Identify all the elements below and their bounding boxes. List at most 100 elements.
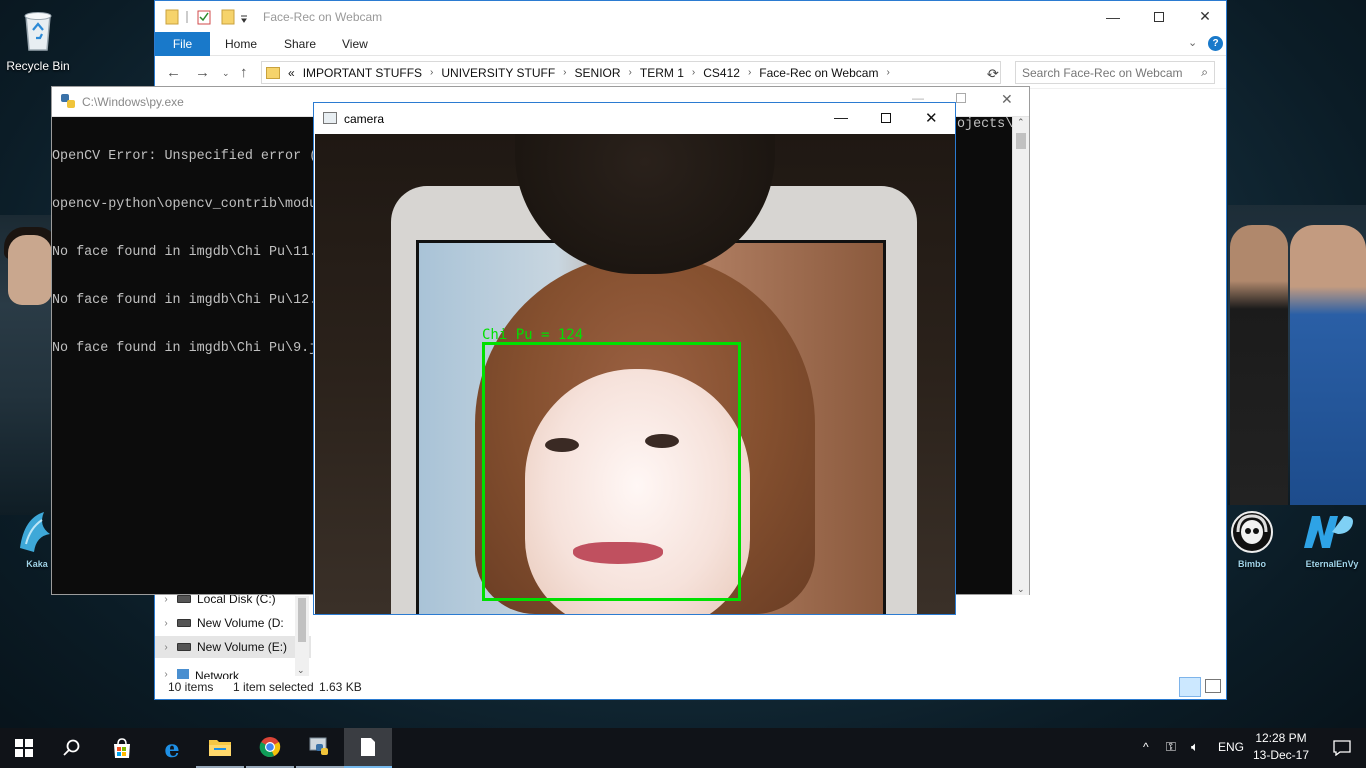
expand-chevron-icon[interactable]: › — [155, 594, 177, 605]
skull-headphones-icon — [1231, 511, 1273, 553]
folder-icon — [266, 66, 280, 79]
large-icons-view-icon[interactable] — [1205, 679, 1221, 693]
explorer-title: Face-Rec on Webcam — [263, 10, 383, 24]
refresh-icon[interactable]: ⟳ — [988, 66, 999, 82]
tab-share[interactable]: Share — [276, 32, 324, 56]
search-button[interactable] — [48, 728, 96, 768]
action-center-button[interactable] — [1318, 728, 1366, 768]
camera-window[interactable]: camera — ✕ Chi Pu = 124 — [313, 102, 956, 615]
search-icon: ⌕ — [1201, 65, 1208, 79]
ribbon-expand-chevron-icon[interactable]: ⌄ — [1188, 36, 1197, 49]
breadcrumb-term-1[interactable]: TERM 1 — [640, 66, 684, 80]
drive-icon — [177, 619, 191, 627]
taskbar-camera-window[interactable] — [344, 728, 392, 768]
breadcrumb-separator-icon[interactable]: › — [692, 67, 695, 78]
chrome-icon — [259, 737, 281, 757]
status-selection: 1 item selected — [233, 680, 314, 694]
tab-view[interactable]: View — [334, 32, 376, 56]
close-icon: ✕ — [1199, 8, 1211, 24]
network-tray-icon[interactable]: ⚿ — [1166, 739, 1176, 755]
eternalenvy-shortcut[interactable]: EternalEnVy — [1298, 508, 1366, 569]
camera-title-bar[interactable]: camera — ✕ — [314, 103, 955, 134]
scroll-up-chevron-icon[interactable]: ⌃ — [1017, 117, 1025, 128]
maximize-icon — [1154, 11, 1164, 22]
drive-icon — [177, 643, 191, 651]
recent-locations-chevron-icon[interactable]: ⌄ — [222, 68, 230, 79]
kaka-icon — [20, 512, 50, 552]
face-detection-box — [482, 342, 741, 601]
taskbar-python[interactable] — [296, 728, 344, 768]
breadcrumb-important-stuffs[interactable]: IMPORTANT STUFFS — [303, 66, 422, 80]
forward-arrow-icon[interactable]: → — [195, 64, 210, 81]
tree-item-new-volume-d[interactable]: › New Volume (D: — [155, 612, 311, 634]
explorer-maximize-button[interactable] — [1136, 1, 1182, 32]
breadcrumb-separator-icon[interactable]: › — [629, 67, 632, 78]
console-close-icon[interactable]: ✕ — [1001, 91, 1013, 108]
console-right-fragment: ojects\ — [957, 117, 1014, 132]
breadcrumb-separator-icon[interactable]: › — [430, 67, 433, 78]
language-indicator[interactable]: ENG — [1218, 740, 1244, 754]
status-item-count: 10 items — [168, 680, 214, 694]
details-view-icon[interactable] — [1179, 677, 1201, 697]
camera-maximize-icon[interactable] — [881, 113, 891, 123]
back-arrow-icon[interactable]: ← — [166, 64, 181, 81]
python-app-icon — [309, 737, 328, 755]
notification-icon — [1333, 740, 1351, 756]
taskbar-store[interactable] — [98, 728, 146, 768]
breadcrumb-separator-icon[interactable]: › — [563, 67, 566, 78]
breadcrumb-university-stuff[interactable]: UNIVERSITY STUFF — [441, 66, 555, 80]
breadcrumb-cs412[interactable]: CS412 — [703, 66, 740, 80]
tree-scrollbar[interactable]: ⌄ — [295, 596, 309, 676]
up-arrow-icon[interactable]: ↑ — [240, 64, 248, 81]
ribbon-tabs: File Home Share View ⌄ ? — [155, 32, 1226, 56]
volume-muted-icon[interactable]: 🔈︎ — [1191, 739, 1199, 755]
quick-access-toolbar-icons[interactable] — [165, 8, 255, 26]
search-input[interactable]: Search Face-Rec on Webcam ⌕ — [1015, 61, 1215, 84]
show-hidden-icons-chevron-icon[interactable]: ^ — [1143, 740, 1149, 754]
status-bar: 10 items 1 item selected 1.63 KB — [155, 675, 1226, 699]
explorer-close-button[interactable]: ✕ — [1182, 1, 1228, 32]
tree-item-label: New Volume (E:) — [197, 640, 288, 654]
start-button[interactable] — [0, 728, 48, 768]
np-logo-icon — [1304, 516, 1353, 548]
camera-minimize-icon[interactable]: — — [834, 109, 848, 125]
taskbar-edge[interactable]: e — [148, 728, 196, 768]
blank-document-icon — [361, 738, 375, 756]
search-icon — [63, 739, 80, 756]
taskbar-chrome[interactable] — [246, 728, 294, 768]
bimbo-label: Bimbo — [1238, 559, 1266, 569]
drive-icon — [177, 595, 191, 603]
webcam-feed: Chi Pu = 124 — [315, 134, 955, 614]
expand-chevron-icon[interactable]: › — [155, 618, 177, 629]
camera-close-icon[interactable]: ✕ — [925, 109, 938, 127]
breadcrumb-overflow[interactable]: « — [288, 66, 295, 80]
tree-item-new-volume-e[interactable]: › New Volume (E:) — [155, 636, 311, 658]
edge-icon: e — [164, 733, 180, 763]
explorer-minimize-button[interactable]: — — [1090, 1, 1136, 32]
console-maximize-icon[interactable] — [956, 93, 966, 103]
store-bag-icon — [114, 738, 130, 758]
explorer-title-bar[interactable]: Face-Rec on Webcam — ✕ — [155, 1, 1226, 32]
help-icon[interactable]: ? — [1208, 36, 1223, 51]
scroll-down-chevron-icon[interactable]: ⌄ — [1017, 584, 1025, 595]
windows-logo-icon — [15, 739, 33, 757]
breadcrumb-separator-icon[interactable]: › — [886, 67, 889, 78]
bimbo-shortcut[interactable]: Bimbo — [1228, 508, 1276, 569]
tab-file[interactable]: File — [155, 32, 210, 56]
clock[interactable]: 12:28 PM 13-Dec-17 — [1252, 731, 1310, 762]
console-scrollbar[interactable]: ⌃ ⌄ — [1012, 117, 1029, 595]
face-detection-label: Chi Pu = 124 — [482, 327, 584, 343]
tree-scrollbar-thumb[interactable] — [298, 598, 306, 642]
tab-home[interactable]: Home — [217, 32, 265, 56]
breadcrumb-separator-icon[interactable]: › — [748, 67, 751, 78]
expand-chevron-icon[interactable]: › — [155, 642, 177, 653]
address-bar[interactable]: « IMPORTANT STUFFS › UNIVERSITY STUFF › … — [261, 61, 1001, 84]
taskbar-file-explorer[interactable] — [196, 728, 244, 768]
breadcrumb-senior[interactable]: SENIOR — [575, 66, 621, 80]
eternalenvy-label: EternalEnVy — [1305, 559, 1359, 569]
folder-icon — [209, 740, 231, 756]
console-scrollbar-thumb[interactable] — [1016, 133, 1026, 149]
recycle-bin-shortcut[interactable]: Recycle Bin — [2, 8, 74, 73]
breadcrumb-face-rec-on-webcam[interactable]: Face-Rec on Webcam — [759, 66, 878, 80]
clock-date: 13-Dec-17 — [1252, 748, 1310, 762]
